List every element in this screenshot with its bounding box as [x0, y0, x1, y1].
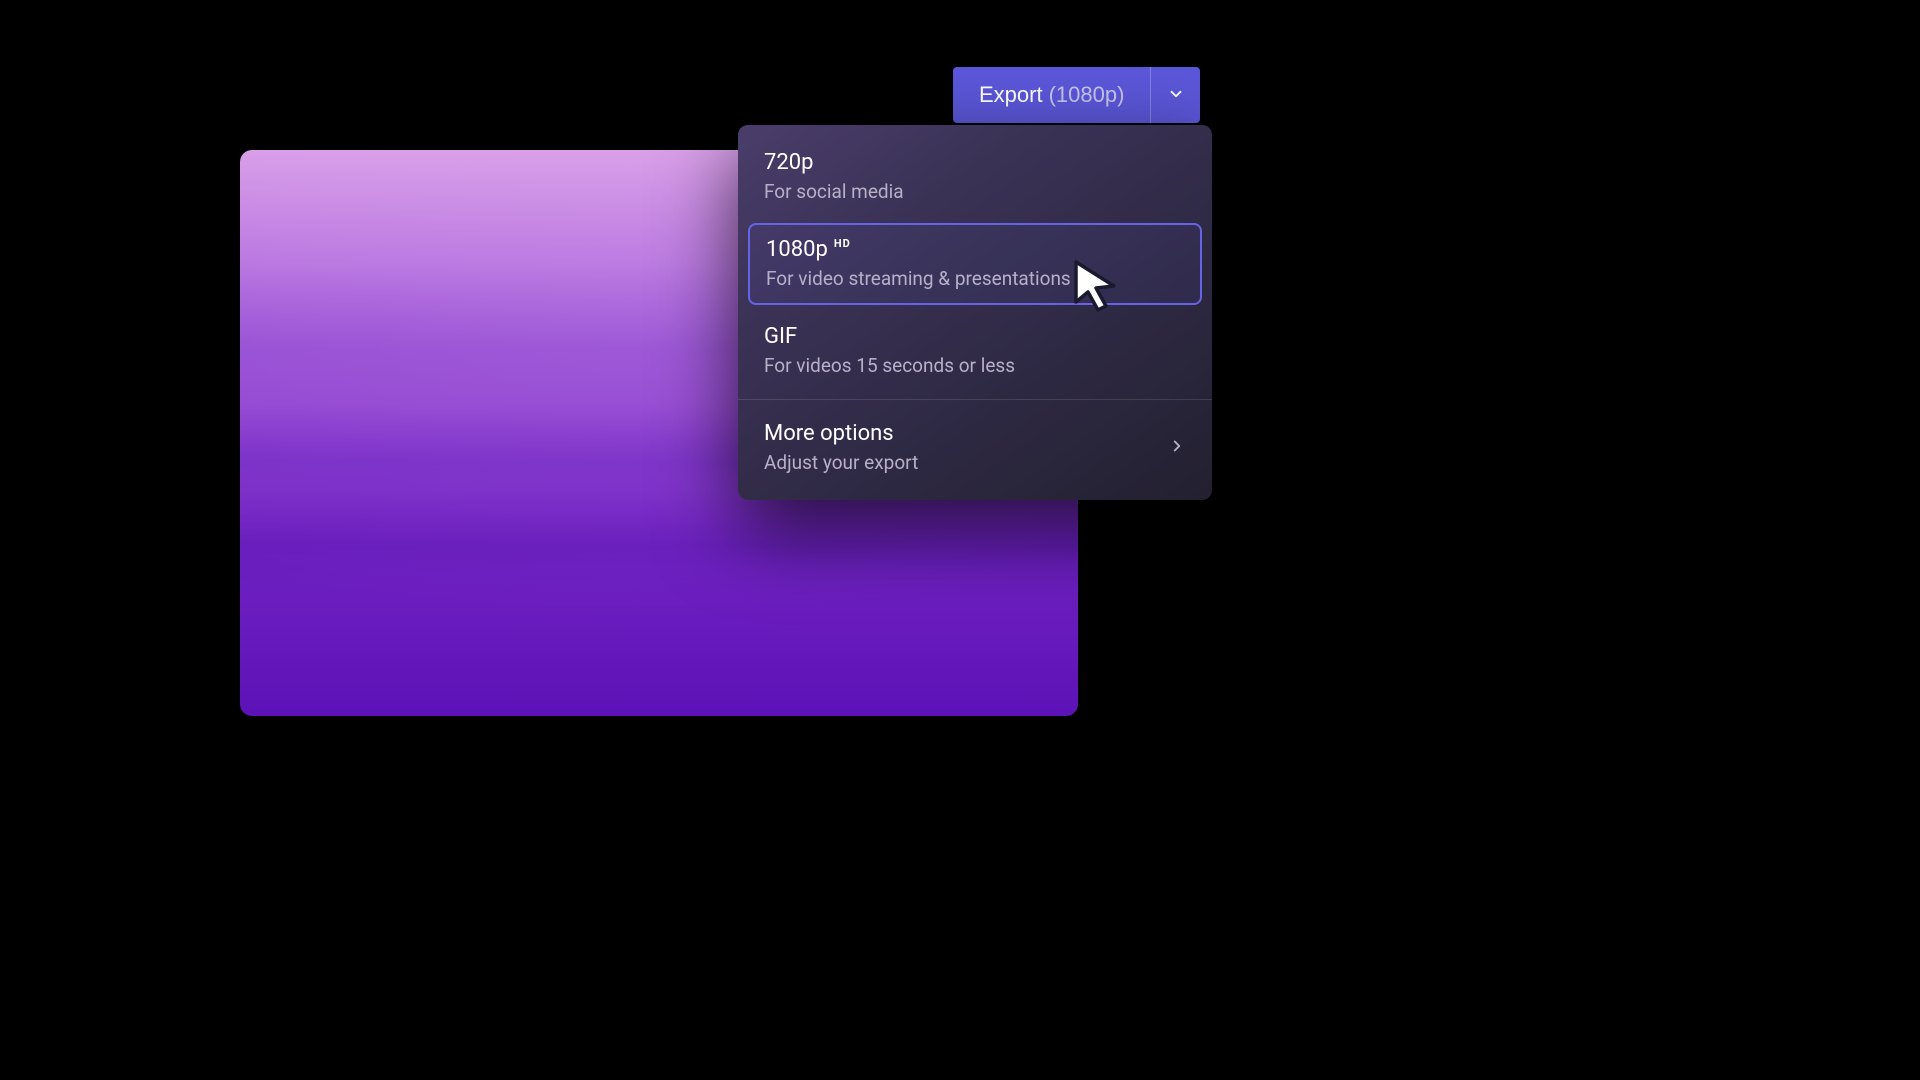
export-dropdown-toggle[interactable] — [1150, 67, 1200, 123]
export-button-label: Export — [979, 82, 1043, 108]
export-option-title: 720p — [764, 150, 1186, 175]
export-options-dropdown: 720p For social media 1080p HD For video… — [738, 125, 1212, 500]
export-more-options[interactable]: More options Adjust your export — [738, 406, 1212, 490]
export-option-title: 1080p HD — [766, 237, 1184, 262]
export-option-gif[interactable]: GIF For videos 15 seconds or less — [738, 309, 1212, 393]
chevron-down-icon — [1167, 85, 1185, 106]
export-option-subtitle: For videos 15 seconds or less — [764, 354, 1186, 377]
hd-badge: HD — [834, 237, 851, 250]
more-options-title: More options — [764, 421, 918, 446]
export-resolution-label: (1080p) — [1049, 82, 1125, 108]
export-option-subtitle: For video streaming & presentations — [766, 267, 1184, 290]
export-option-720p[interactable]: 720p For social media — [738, 135, 1212, 219]
export-option-title: GIF — [764, 324, 1186, 349]
chevron-right-icon — [1168, 437, 1186, 459]
more-options-subtitle: Adjust your export — [764, 451, 918, 474]
export-button-group: Export (1080p) — [953, 67, 1200, 123]
divider — [738, 399, 1212, 400]
export-option-subtitle: For social media — [764, 180, 1186, 203]
export-button[interactable]: Export (1080p) — [953, 67, 1150, 123]
export-option-1080p[interactable]: 1080p HD For video streaming & presentat… — [748, 223, 1202, 305]
